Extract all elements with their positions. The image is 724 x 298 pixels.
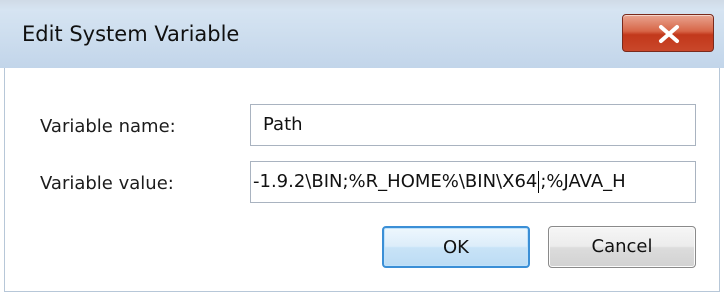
variable-value-text-before-caret: -1.9.2\BIN;%R_HOME%\BIN\X64 (253, 171, 538, 192)
variable-value-label: Variable value: (40, 173, 174, 194)
window-title: Edit System Variable (22, 22, 240, 46)
variable-name-input[interactable]: Path (250, 104, 696, 146)
variable-name-label: Variable name: (40, 116, 176, 137)
edit-system-variable-dialog: Edit System Variable Variable name: Path… (0, 0, 724, 298)
ok-button[interactable]: OK (382, 226, 530, 268)
variable-name-value: Path (263, 114, 303, 135)
variable-value-input[interactable]: -1.9.2\BIN;%R_HOME%\BIN\X64 ;%JAVA_H (250, 161, 696, 203)
title-bar[interactable]: Edit System Variable (0, 0, 724, 68)
close-button[interactable] (622, 14, 714, 52)
cancel-button[interactable]: Cancel (548, 226, 696, 268)
variable-value-text-after-caret: ;%JAVA_H (540, 171, 626, 192)
close-icon (659, 25, 679, 43)
